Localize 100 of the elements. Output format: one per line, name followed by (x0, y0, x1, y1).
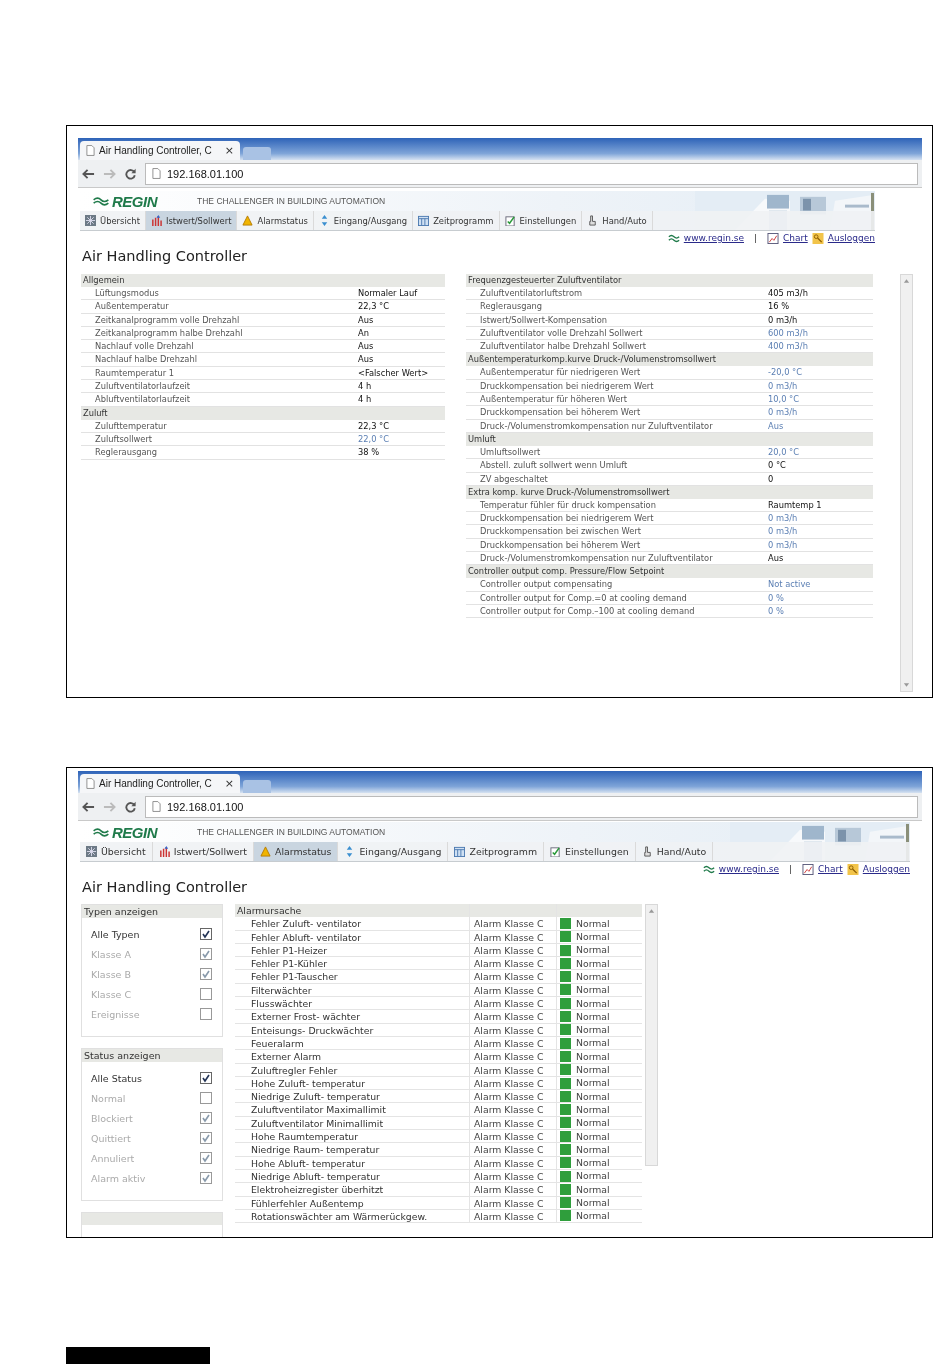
option-label: Alle Typen (91, 928, 140, 940)
value-text[interactable]: 400 m3/h (768, 340, 808, 353)
table-cell: Alarm Klasse C (469, 997, 556, 1010)
nav-tab[interactable]: Alarmstatus (237, 211, 314, 230)
table-cell: Alarm Klasse C (469, 1023, 556, 1036)
panel-title: Status anzeigen (82, 1049, 222, 1062)
chart-link[interactable]: Chart (783, 233, 808, 243)
table-cell: Alarm Klasse C (469, 1103, 556, 1116)
table-cell: Normal (576, 1116, 610, 1130)
browser-tab[interactable]: Air Handling Controller, C × (80, 141, 240, 160)
nav-tab[interactable]: Zeitprogramm (448, 842, 545, 861)
value-text: <Falscher Wert> (358, 366, 429, 380)
table-cell-text: Niedrige Abluft- temperatur (250, 1169, 381, 1183)
value-label: Controller output for Comp.=0 at cooling demand (479, 591, 688, 604)
value-text[interactable]: 0 m3/h (768, 406, 798, 419)
address-bar[interactable]: 192.168.01.100 (145, 162, 918, 185)
value-text: 4 h (358, 380, 372, 393)
value-text[interactable]: 0 m3/h (768, 512, 798, 525)
value-label: Zuluftventilatorluftstrom (479, 287, 584, 300)
reload-icon[interactable] (124, 800, 137, 813)
nav-tab[interactable]: Einstellungen (544, 842, 636, 861)
value-label: Zulufttemperatur (94, 419, 168, 432)
nav-tab[interactable]: Alarmstatus (254, 842, 339, 861)
bar-chart-icon (158, 846, 170, 857)
value-text[interactable]: 10,0 °C (768, 393, 800, 406)
value-text[interactable]: Aus (768, 419, 784, 432)
table-cell-text: Externer Frost- wächter (250, 1010, 362, 1023)
value-label: Druckkompensation bei niedrigerem Wert (479, 512, 655, 525)
value-text[interactable]: 0 m3/h (768, 525, 798, 538)
group-header: Außentemperaturkomp.kurve Druck-/Volumenstromsollwert (466, 353, 873, 367)
value-text[interactable]: 600 m3/h (768, 326, 808, 340)
scroll-up-icon[interactable] (648, 908, 655, 914)
website-link[interactable]: www.regin.se (718, 864, 779, 874)
value-label: Druck-/Volumenstromkompensation nur Zuluftventilator (479, 419, 714, 432)
table-cell-text: Fehler P1-Kühler (250, 957, 328, 970)
value-text: Aus (768, 552, 784, 565)
value-text: Aus (358, 313, 374, 326)
chart-icon (802, 863, 815, 875)
close-button[interactable]: × (224, 777, 234, 790)
table-cell: Alarm Klasse C (469, 1063, 556, 1076)
link-separator: | (789, 864, 793, 874)
value-text[interactable]: 0 % (768, 604, 784, 618)
table-cell: Alarm Klasse C (469, 1116, 556, 1130)
table-cell: Normal (576, 943, 610, 957)
forward-icon[interactable] (103, 800, 116, 813)
checkbox[interactable] (200, 1072, 212, 1084)
table-cell: Normal (576, 1102, 610, 1117)
value-text[interactable]: 0 m3/h (768, 538, 798, 552)
table-cell-text: Hohe Abluft- temperatur (250, 1156, 366, 1169)
chart-link[interactable]: Chart (818, 864, 843, 874)
logo-text: REGIN (112, 192, 157, 210)
value-text[interactable]: 20,0 °C (768, 445, 800, 459)
value-text[interactable]: -20,0 °C (768, 366, 803, 379)
reload-icon[interactable] (124, 167, 137, 180)
table-cell-text: Flusswächter (250, 997, 313, 1010)
address-bar[interactable]: 192.168.01.100 (145, 795, 918, 818)
table-cell-text: Fehler Abluft- ventilator (250, 930, 363, 943)
value-label: Druckkompensation bei höherem Wert (479, 406, 642, 419)
checklist-icon (504, 215, 516, 226)
nav-tab[interactable]: Eingang/Ausgang (338, 842, 449, 861)
browser-tab[interactable]: Air Handling Controller, C × (80, 774, 240, 793)
table-cell-text: Fühlerfehler Außentemp (250, 1196, 365, 1209)
value-text[interactable]: 0 % (768, 591, 784, 604)
key-icon (846, 863, 859, 875)
value-label: Controller output for Comp.–100 at cooling demand (479, 604, 696, 618)
table-cell: Normal (576, 956, 610, 970)
back-icon[interactable] (82, 167, 95, 180)
option-label: Ereignisse (91, 1008, 140, 1020)
table-cell-text: Niedrige Raum- temperatur (250, 1143, 381, 1156)
close-button[interactable]: × (224, 144, 234, 157)
page-icon (86, 778, 95, 789)
table-cell: Alarm Klasse C (469, 970, 556, 983)
nav-tab[interactable]: Einstellungen (499, 211, 583, 230)
nav-tab[interactable]: Istwert/Sollwert (145, 211, 238, 230)
scroll-up-icon[interactable] (903, 278, 910, 284)
value-text[interactable]: 22,0 °C (358, 432, 390, 446)
website-link[interactable]: www.regin.se (683, 233, 744, 243)
checkbox[interactable] (200, 928, 212, 940)
scrollbar[interactable] (900, 274, 913, 692)
back-icon[interactable] (82, 800, 95, 813)
table-cell: Alarm Klasse C (469, 1169, 556, 1183)
calendar-icon (454, 846, 466, 857)
warning-icon (242, 215, 254, 226)
nav-tab[interactable]: Übersicht (80, 211, 146, 230)
table-cell: Normal (576, 983, 610, 997)
logout-link[interactable]: Ausloggen (862, 864, 910, 874)
scroll-down-icon[interactable] (903, 682, 910, 688)
nav-tab[interactable]: Hand/Auto (582, 211, 653, 230)
nav-tab[interactable]: Zeitprogramm (413, 211, 500, 230)
logo-icon (702, 863, 715, 875)
value-text[interactable]: 0 m3/h (768, 379, 798, 393)
nav-tab[interactable]: Übersicht (80, 842, 153, 861)
value-text[interactable]: Not active (768, 578, 811, 591)
scrollbar[interactable] (645, 904, 658, 1166)
nav-tab[interactable]: Hand/Auto (635, 842, 714, 861)
forward-icon[interactable] (103, 167, 116, 180)
nav-tab[interactable]: Eingang/Ausgang (313, 211, 414, 230)
table-cell: Alarm Klasse C (469, 917, 556, 930)
logout-link[interactable]: Ausloggen (827, 233, 875, 243)
value-label: Druckkompensation bei niedrigerem Wert (479, 379, 655, 393)
